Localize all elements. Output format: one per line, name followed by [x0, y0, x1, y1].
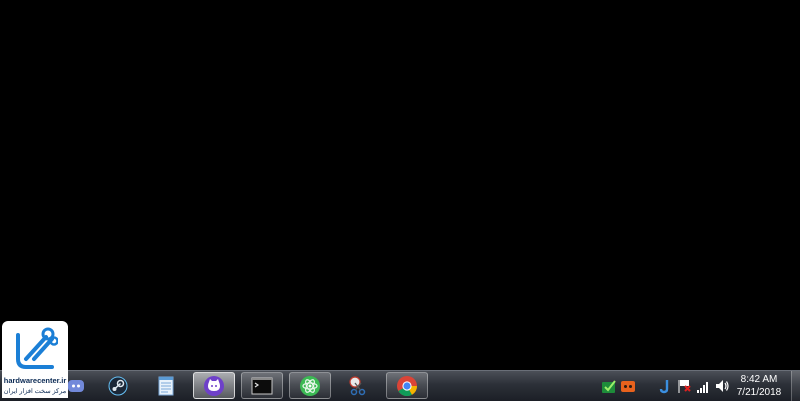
terminal-icon [251, 377, 273, 394]
github-cat-icon [204, 375, 224, 396]
show-desktop-button[interactable] [791, 371, 800, 401]
circuit-logo-icon [16, 327, 58, 369]
taskbar-atom[interactable] [289, 372, 331, 399]
watermark-site: hardwarecenter.ir [3, 376, 67, 385]
taskbar-snipping-tool[interactable] [337, 372, 379, 399]
notepad-icon [158, 376, 174, 395]
j-icon[interactable] [657, 378, 673, 394]
clock-time: 8:42 AM [740, 374, 778, 385]
taskbar-steam[interactable] [97, 372, 139, 399]
taskbar-terminal[interactable] [241, 372, 283, 399]
signal-icon[interactable] [695, 378, 711, 394]
chrome-icon [397, 375, 418, 396]
discord-icon [68, 379, 84, 392]
clock[interactable]: 8:42 AM 7/21/2018 [730, 373, 788, 399]
steam-icon [108, 376, 128, 395]
game-icon[interactable] [620, 378, 636, 394]
taskbar-notepad[interactable] [145, 372, 187, 399]
taskbar-chrome[interactable] [386, 372, 428, 399]
flag-icon[interactable] [676, 378, 692, 394]
desktop-background [0, 0, 800, 370]
scissors-icon [349, 375, 366, 395]
clock-date: 7/21/2018 [736, 387, 782, 398]
watermark-tagline: مرکز سخت افزار ایران [3, 388, 67, 395]
check-icon[interactable] [601, 378, 617, 394]
atom-icon [300, 375, 320, 396]
taskbar: 8:42 AM 7/21/2018 [0, 370, 800, 401]
volume-icon[interactable] [714, 378, 730, 394]
hardwarecenter-logo: hardwarecenter.ir مرکز سخت افزار ایران [2, 321, 68, 398]
taskbar-github-desktop[interactable] [193, 372, 235, 399]
